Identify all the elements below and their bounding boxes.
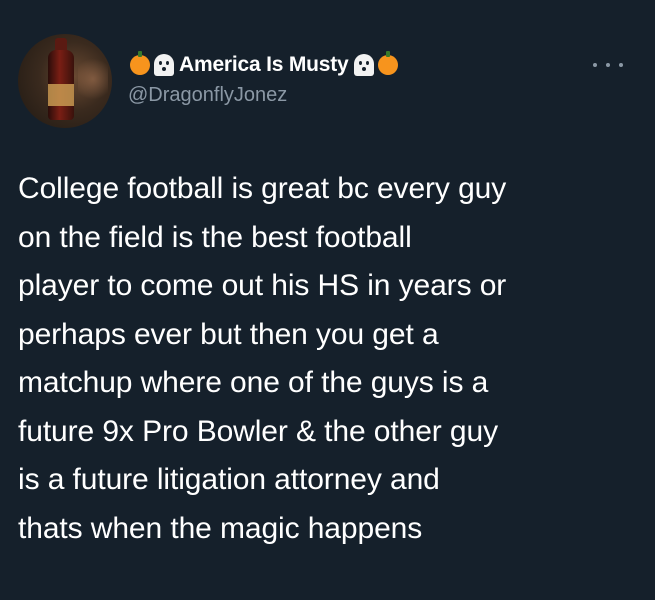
- more-options-icon[interactable]: [593, 55, 623, 75]
- ghost-icon: [154, 54, 174, 76]
- more-dot: [593, 63, 597, 67]
- ghost-icon: [353, 54, 374, 76]
- author-display-name[interactable]: America Is Musty: [179, 53, 349, 77]
- tweet-text-line: is a future litigation attorney and: [18, 463, 440, 496]
- tweet-text-line: matchup where one of the guys is a: [18, 366, 489, 399]
- tweet-text-line: thats when the magic happens: [18, 511, 423, 545]
- tweet-text-line: player to come out his HS in years or: [18, 269, 507, 302]
- author-name-row[interactable]: America Is Musty: [128, 50, 400, 80]
- avatar[interactable]: [18, 34, 112, 128]
- author-handle[interactable]: @DragonflyJonez: [128, 84, 287, 107]
- tweet-text-line: future 9x Pro Bowler & the other guy: [18, 414, 498, 448]
- avatar-bottle-label: [48, 84, 74, 106]
- tweet-text-line: College football is great bc every guy: [18, 172, 507, 205]
- tweet-text-line: on the field is the best football: [18, 220, 412, 254]
- more-dot: [619, 63, 623, 67]
- tweet-text: College football is great bc every guy o…: [18, 165, 643, 553]
- tweet-card: America Is Musty @DragonflyJonez College…: [0, 0, 655, 600]
- pumpkin-icon: [130, 51, 150, 75]
- tweet-text-line: perhaps ever but then you get a: [18, 317, 439, 351]
- avatar-glow: [78, 54, 108, 104]
- more-dot: [606, 63, 610, 67]
- pumpkin-icon: [377, 51, 398, 75]
